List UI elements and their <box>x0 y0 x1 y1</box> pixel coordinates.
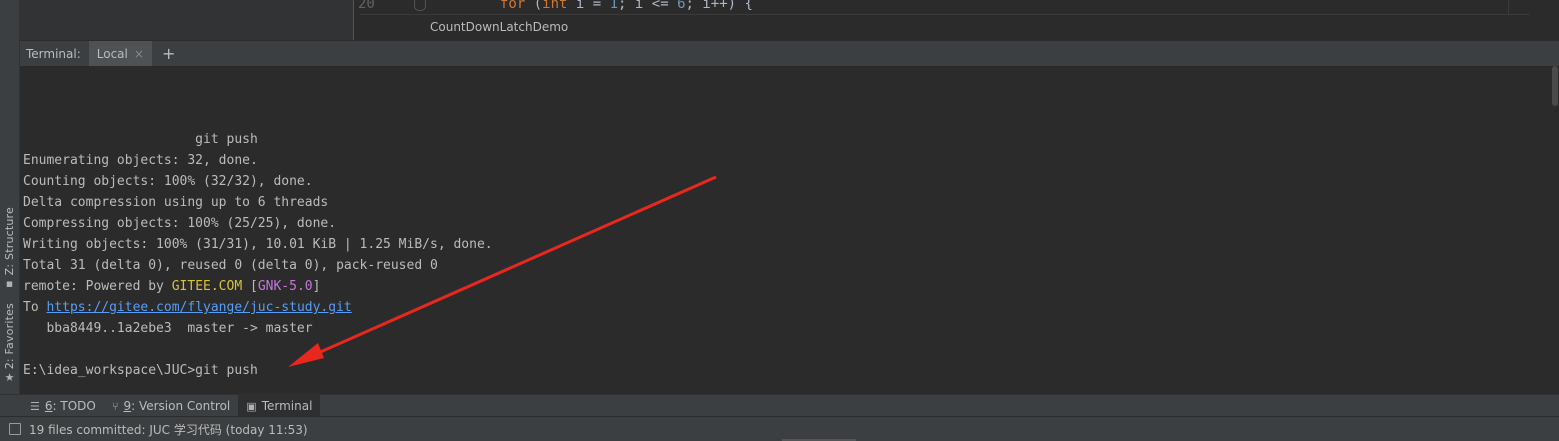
todo-shortcut: 6 <box>44 399 53 413</box>
terminal-line: Enumerating objects: 32, done. <box>23 153 258 168</box>
terminal-line: Counting objects: 100% (32/32), done. <box>23 174 313 189</box>
terminal-line: Writing objects: 100% (31/31), 10.01 KiB… <box>23 237 493 252</box>
code-line[interactable]: for (int i = 1; i <= 6; i++) { <box>500 0 753 12</box>
terminal-line: git push <box>23 132 258 147</box>
favorites-tool-tab[interactable]: ★ 2: Favorites <box>0 298 19 384</box>
tab-todo[interactable]: ☰ 6: TODO <box>22 395 104 417</box>
todo-text: : TODO <box>52 399 96 413</box>
todo-label: 6: TODO <box>45 399 96 413</box>
vc-text: : Version Control <box>131 399 231 413</box>
terminal-line: Total 31 (delta 0), reused 0 (delta 0), … <box>23 258 438 273</box>
structure-tool-tab[interactable]: ▪ Z: Structure <box>0 200 19 290</box>
terminal-prompt-line[interactable]: E:\idea_workspace\JUC>git push <box>23 360 258 381</box>
line-number: 20 <box>358 0 375 12</box>
code-text: i = <box>567 0 610 12</box>
gutter-divider <box>353 0 354 40</box>
scrollbar-thumb[interactable] <box>1552 66 1558 106</box>
version-control-icon: ⑂ <box>111 399 119 413</box>
terminal-line-to: To https://gitee.com/flyange/juc-study.g… <box>23 297 352 318</box>
status-message[interactable]: 19 files committed: JUC 学习代码 (today 11:5… <box>29 421 308 438</box>
left-tool-stripe: ▪ Z: Structure ★ 2: Favorites <box>0 0 20 394</box>
gnk-version: GNK-5.0 <box>257 279 313 294</box>
bottom-tool-tabs: ☰ 6: TODO ⑂ 9: Version Control ▣ Termina… <box>0 394 1559 417</box>
add-icon[interactable]: + <box>162 45 175 62</box>
terminal-tab-text: Terminal <box>261 399 313 413</box>
gitee-label: GITEE.COM <box>171 279 243 294</box>
vc-shortcut: 9 <box>123 399 132 413</box>
todo-icon: ☰ <box>30 399 40 413</box>
code-text: ; i++) { <box>685 0 753 12</box>
code-text: ; i <= <box>618 0 678 12</box>
editor-breadcrumb[interactable]: CountDownLatchDemo <box>430 20 568 34</box>
status-bar: 19 files committed: JUC 学习代码 (today 11:5… <box>0 416 1559 441</box>
editor-line-divider <box>360 14 1530 15</box>
code-keyword-for: for <box>500 0 526 12</box>
terminal-output[interactable]: git push Enumerating objects: 32, done. … <box>20 66 1559 393</box>
editor-area: 20 for (int i = 1; i <= 6; i++) { CountD… <box>20 0 1559 40</box>
terminal-tab-local[interactable]: Local × <box>88 41 152 66</box>
code-text: ( <box>525 0 543 12</box>
terminal-title: Terminal: <box>26 46 81 61</box>
terminal-header: Terminal: Local × + <box>20 40 1559 67</box>
code-number: 6 <box>677 0 686 12</box>
terminal-line: Delta compression using up to 6 threads <box>23 195 329 210</box>
editor-right-gutter <box>1508 0 1559 14</box>
terminal-scrollbar[interactable] <box>1551 66 1559 393</box>
close-icon[interactable]: × <box>134 47 144 61</box>
to-prefix: To <box>23 300 47 315</box>
version-control-label: 9: Version Control <box>123 399 230 413</box>
terminal-tab-label: Local <box>96 46 128 61</box>
terminal-line: bba8449..1a2ebe3 master -> master <box>23 321 313 336</box>
favorites-star-icon: ★ <box>4 371 15 384</box>
status-icon[interactable] <box>9 423 21 435</box>
bracket-close: ] <box>312 279 321 294</box>
structure-tab-label: Z: Structure <box>3 206 16 275</box>
tab-version-control[interactable]: ⑂ 9: Version Control <box>104 395 238 417</box>
fold-marker-icon[interactable] <box>414 0 426 11</box>
editor-gutter <box>20 0 353 40</box>
favorites-tab-label: 2: Favorites <box>3 302 16 369</box>
repo-link[interactable]: https://gitee.com/flyange/juc-study.git <box>46 300 351 315</box>
terminal-icon: ▣ <box>246 399 257 413</box>
remote-prefix: remote: Powered by <box>23 279 172 294</box>
terminal-line: Compressing objects: 100% (25/25), done. <box>23 216 337 231</box>
structure-icon: ▪ <box>5 277 14 290</box>
tab-terminal[interactable]: ▣ Terminal <box>238 395 321 417</box>
code-keyword-int: int <box>542 0 568 12</box>
bracket-open: [ <box>242 279 258 294</box>
code-number: 1 <box>609 0 619 12</box>
terminal-line-remote: remote: Powered by GITEE.COM [GNK-5.0] <box>23 276 320 297</box>
